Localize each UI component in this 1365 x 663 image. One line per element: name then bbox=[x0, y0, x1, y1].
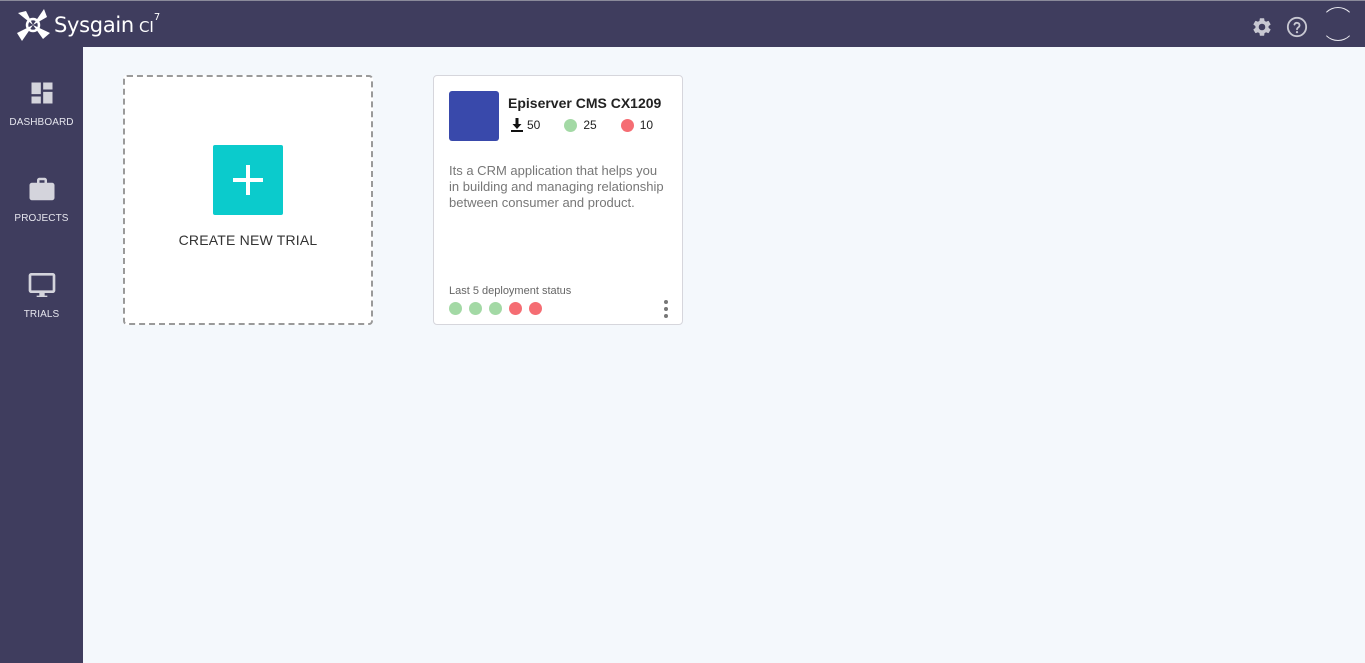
download-stat: 50 bbox=[510, 118, 540, 132]
plus-icon[interactable] bbox=[213, 145, 283, 215]
download-count: 50 bbox=[527, 118, 541, 132]
user-avatar[interactable] bbox=[1321, 7, 1355, 41]
deployment-status-failure-dot bbox=[509, 302, 522, 315]
brand-sup: 7 bbox=[153, 12, 161, 23]
trial-thumbnail bbox=[449, 91, 499, 141]
success-dot-icon bbox=[564, 118, 578, 132]
deployment-status-success-dot bbox=[449, 302, 462, 315]
dashboard-icon bbox=[26, 77, 58, 109]
gear-icon[interactable] bbox=[1250, 15, 1274, 39]
brand-name: Sysgain bbox=[54, 13, 134, 37]
download-icon bbox=[511, 118, 523, 132]
more-options-icon[interactable] bbox=[663, 300, 669, 318]
trial-card[interactable]: Episerver CMS CX1209 50 25 10 Its a CRM … bbox=[433, 75, 683, 325]
success-count: 25 bbox=[583, 118, 597, 132]
sysgain-logo-icon bbox=[17, 9, 50, 41]
create-trial-label: CREATE NEW TRIAL bbox=[178, 232, 318, 248]
failure-count: 10 bbox=[639, 118, 654, 132]
failure-dot-icon bbox=[620, 118, 634, 132]
sidebar-item-dashboard[interactable]: DASHBOARD bbox=[0, 77, 83, 128]
sidebar-item-trials[interactable]: TRIALS bbox=[0, 269, 83, 320]
deployment-status-success-dot bbox=[489, 302, 502, 315]
trial-stats: 50 25 10 bbox=[510, 118, 653, 132]
deployment-status-dots bbox=[449, 302, 549, 315]
failure-stat: 10 bbox=[620, 118, 654, 132]
help-icon[interactable] bbox=[1285, 15, 1309, 39]
sidebar-item-label: DASHBOARD bbox=[9, 117, 74, 128]
sidebar-item-projects[interactable]: PROJECTS bbox=[0, 173, 83, 224]
trial-title[interactable]: Episerver CMS CX1209 bbox=[508, 95, 661, 111]
brand-sub-text: CI bbox=[138, 18, 154, 36]
header-actions bbox=[1239, 7, 1355, 41]
briefcase-icon bbox=[26, 173, 58, 205]
brand-logo[interactable]: Sysgain CI7 bbox=[14, 7, 160, 43]
trial-description: Its a CRM application that helps you in … bbox=[449, 163, 664, 210]
deployment-status-label: Last 5 deployment status bbox=[449, 285, 572, 297]
top-bar: Sysgain CI7 bbox=[0, 0, 1365, 47]
monitor-icon bbox=[26, 269, 58, 301]
sidebar-item-label: PROJECTS bbox=[14, 213, 69, 224]
brand-sub: CI7 bbox=[138, 12, 160, 36]
create-trial-card[interactable]: CREATE NEW TRIAL bbox=[123, 75, 373, 325]
sidebar: DASHBOARD PROJECTS TRIALS bbox=[0, 47, 83, 663]
deployment-status-failure-dot bbox=[529, 302, 542, 315]
deployment-status-success-dot bbox=[469, 302, 482, 315]
sidebar-item-label: TRIALS bbox=[23, 309, 60, 320]
success-stat: 25 bbox=[564, 118, 597, 132]
